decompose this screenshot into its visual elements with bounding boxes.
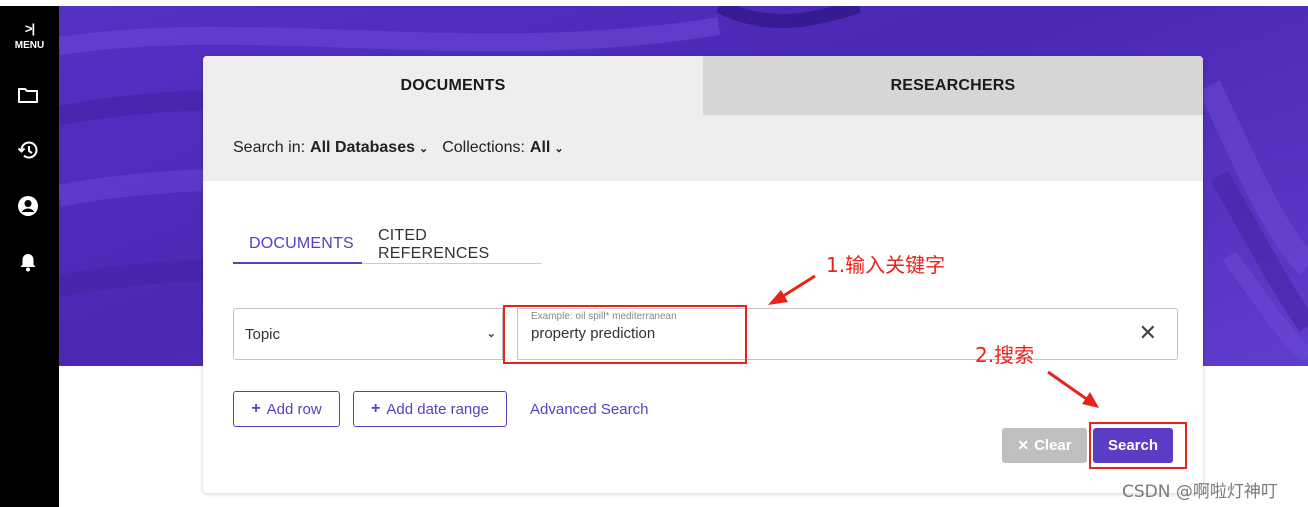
collections-value: All [529,139,551,156]
add-row-button[interactable]: + Add row [233,391,340,427]
search-type-tabs: DOCUMENTS RESEARCHERS [203,56,1203,115]
bell-icon[interactable] [17,251,39,273]
annotation-step2: 2.搜索 [975,343,1035,367]
menu-toggle-button[interactable]: >| MENU [0,22,59,52]
account-icon[interactable] [17,195,39,217]
annotation-box-search [1089,422,1187,469]
search-field-select[interactable]: Topic ⌄ [233,308,503,360]
annotation-step1: 1.输入关键字 [826,253,946,277]
close-icon: ✕ [1017,437,1030,453]
subtab-documents[interactable]: DOCUMENTS [233,226,362,264]
add-date-range-label: Add date range [386,400,489,418]
add-row-label: Add row [266,400,322,418]
plus-icon: + [251,400,261,417]
left-sidebar: >| MENU [0,6,59,507]
document-search-subtabs: DOCUMENTS CITED REFERENCES [233,226,542,264]
expand-menu-icon: >| [24,21,35,36]
plus-icon: + [371,400,381,417]
folder-icon[interactable] [17,84,39,106]
advanced-search-link[interactable]: Advanced Search [530,401,648,418]
clear-label: Clear [1034,437,1072,454]
subtab-cited-references[interactable]: CITED REFERENCES [378,226,542,264]
tab-researchers[interactable]: RESEARCHERS [703,56,1203,115]
chevron-down-icon: ⌄ [418,142,429,155]
clear-button[interactable]: ✕ Clear [1002,428,1087,463]
clear-input-icon[interactable]: ✕ [1139,321,1157,345]
collections-label: Collections: [442,139,525,156]
menu-label: MENU [14,40,45,51]
collections-dropdown[interactable]: Collections: All ⌄ [442,139,563,157]
search-in-dropdown[interactable]: Search in: All Databases ⌄ [233,139,428,157]
search-card: DOCUMENTS RESEARCHERS Search in: All Dat… [203,56,1203,493]
search-in-label: Search in: [233,139,306,156]
chevron-down-icon: ⌄ [486,328,496,340]
csdn-watermark: CSDN @啊啦灯神叮 [1122,482,1278,502]
add-date-range-button[interactable]: + Add date range [353,391,507,427]
tab-documents[interactable]: DOCUMENTS [203,56,703,115]
database-filters: Search in: All Databases ⌄ Collections: … [203,115,1203,181]
search-field-value: Topic [245,325,281,343]
search-in-value: All Databases [310,139,415,156]
annotation-box-query [503,305,747,364]
chevron-down-icon: ⌄ [554,142,564,155]
history-icon[interactable] [17,139,39,161]
